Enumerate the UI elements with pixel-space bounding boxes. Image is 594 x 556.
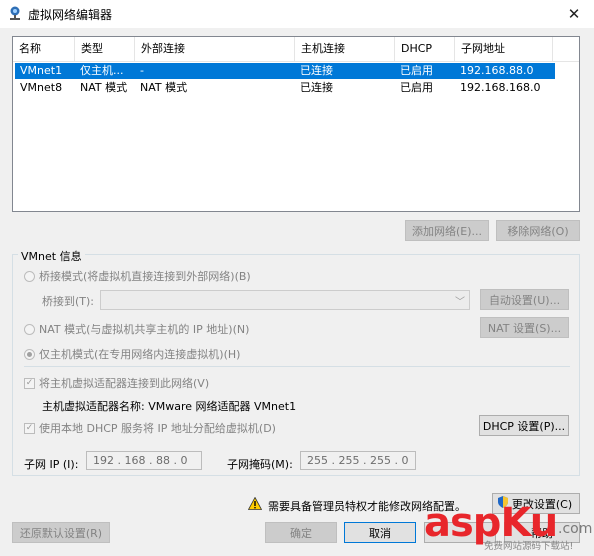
column-header-host[interactable]: 主机连接 — [295, 37, 395, 61]
cell-type: 仅主机... — [80, 64, 124, 77]
column-header-name[interactable]: 名称 — [13, 37, 75, 61]
vmnet-info-group — [12, 254, 580, 476]
cell-type: NAT 模式 — [80, 81, 128, 94]
close-button[interactable]: ✕ — [554, 0, 594, 28]
nat-settings-button[interactable]: NAT 设置(S)... — [480, 317, 569, 338]
ok-button[interactable]: 确定 — [265, 522, 337, 543]
use-dhcp-option[interactable]: ✓ 使用本地 DHCP 服务将 IP 地址分配给虚拟机(D) — [24, 420, 276, 436]
cell-external: - — [140, 64, 144, 77]
warning-icon — [248, 497, 262, 510]
window-title: 虚拟网络编辑器 — [28, 8, 113, 22]
column-header-external[interactable]: 外部连接 — [135, 37, 295, 61]
table-row[interactable]: VMnet1 仅主机... - 已连接 已启用 192.168.88.0 — [15, 63, 555, 79]
cell-dhcp: 已启用 — [400, 81, 433, 94]
vmware-network-icon — [10, 6, 20, 20]
subnet-mask-input[interactable]: 255 . 255 . 255 . 0 — [300, 451, 416, 470]
vmnet-info-label: VMnet 信息 — [18, 248, 85, 264]
use-dhcp-label: 使用本地 DHCP 服务将 IP 地址分配给虚拟机(D) — [39, 422, 276, 435]
table-header: 名称 类型 外部连接 主机连接 DHCP 子网地址 — [13, 37, 579, 62]
watermark: aspKu .com 免费网站源码下载站! — [420, 500, 594, 556]
host-only-mode-label: 仅主机模式(在专用网络内连接虚拟机)(H) — [39, 348, 241, 361]
cell-external: NAT 模式 — [140, 81, 188, 94]
watermark-slogan: 免费网站源码下载站! — [484, 541, 574, 552]
cell-subnet: 192.168.88.0 — [460, 64, 534, 77]
restore-defaults-button[interactable]: 还原默认设置(R) — [12, 522, 110, 543]
table-row[interactable]: VMnet8 NAT 模式 NAT 模式 已连接 已启用 192.168.168… — [15, 80, 555, 96]
subnet-ip-input[interactable]: 192 . 168 . 88 . 0 — [86, 451, 202, 470]
close-icon: ✕ — [567, 5, 581, 23]
cancel-button[interactable]: 取消 — [344, 522, 416, 543]
host-only-radio[interactable] — [24, 348, 35, 360]
column-header-type[interactable]: 类型 — [75, 37, 135, 61]
subnet-ip-label: 子网 IP (I): — [24, 458, 79, 471]
auto-settings-button[interactable]: 自动设置(U)... — [480, 289, 569, 310]
cell-host: 已连接 — [300, 64, 333, 77]
bridged-to-label: 桥接到(T): — [42, 295, 95, 308]
title-bar: 虚拟网络编辑器 ✕ — [0, 0, 594, 28]
bridged-mode-option[interactable]: 桥接模式(将虚拟机直接连接到外部网络)(B) — [24, 268, 251, 284]
nat-mode-option[interactable]: NAT 模式(与虚拟机共享主机的 IP 地址)(N) — [24, 321, 249, 337]
network-list[interactable]: 名称 类型 外部连接 主机连接 DHCP 子网地址 VMnet1 仅主机... … — [12, 36, 580, 212]
watermark-domain: .com — [558, 521, 593, 537]
add-network-button[interactable]: 添加网络(E)... — [405, 220, 489, 241]
subnet-mask-label: 子网掩码(M): — [227, 458, 293, 471]
cell-name: VMnet8 — [20, 81, 63, 94]
column-header-subnet[interactable]: 子网地址 — [455, 37, 553, 61]
bridged-radio[interactable] — [24, 270, 35, 282]
connect-adapter-option[interactable]: ✓ 将主机虚拟适配器连接到此网络(V) — [24, 375, 209, 391]
connect-adapter-checkbox[interactable]: ✓ — [24, 377, 35, 389]
cell-dhcp: 已启用 — [400, 64, 433, 77]
chevron-down-icon: ﹀ — [455, 297, 465, 308]
connect-adapter-label: 将主机虚拟适配器连接到此网络(V) — [39, 377, 210, 390]
cell-subnet: 192.168.168.0 — [460, 81, 541, 94]
column-header-dhcp[interactable]: DHCP — [395, 37, 455, 61]
nat-mode-label: NAT 模式(与虚拟机共享主机的 IP 地址)(N) — [39, 323, 250, 336]
use-dhcp-checkbox[interactable]: ✓ — [24, 422, 35, 434]
dhcp-settings-button[interactable]: DHCP 设置(P)... — [479, 415, 569, 436]
host-only-mode-option[interactable]: 仅主机模式(在专用网络内连接虚拟机)(H) — [24, 346, 240, 362]
divider — [24, 366, 570, 367]
bridged-to-select[interactable]: ﹀ — [100, 290, 470, 310]
adapter-name-text: 主机虚拟适配器名称: VMware 网络适配器 VMnet1 — [42, 400, 297, 413]
cell-name: VMnet1 — [20, 64, 63, 77]
cell-host: 已连接 — [300, 81, 333, 94]
nat-radio[interactable] — [24, 323, 35, 335]
remove-network-button[interactable]: 移除网络(O) — [496, 220, 580, 241]
bridged-mode-label: 桥接模式(将虚拟机直接连接到外部网络)(B) — [39, 270, 251, 283]
